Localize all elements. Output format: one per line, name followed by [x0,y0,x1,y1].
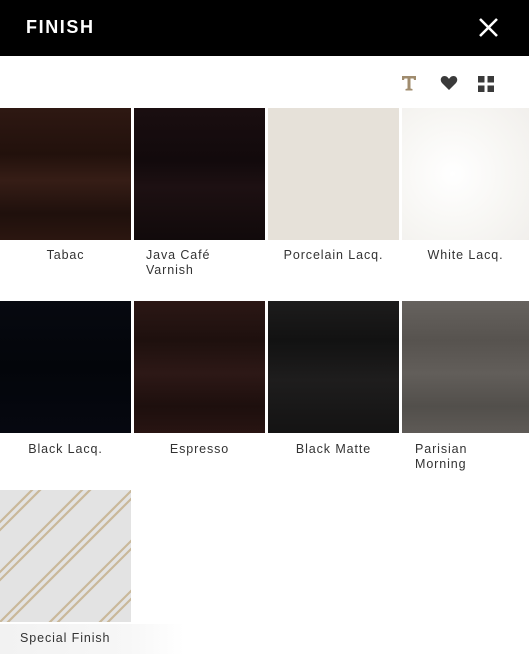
favorites-button[interactable] [440,75,458,96]
heart-icon [440,76,458,90]
close-button[interactable] [472,12,504,44]
finish-swatch-black-matte[interactable] [268,301,399,433]
header-bar: FINISH [0,0,529,56]
finish-swatch-white-lacq[interactable] [402,108,529,240]
finish-label-tabac: Tabac [46,248,85,262]
grid-view-button[interactable] [478,76,494,97]
finish-label-parisian-morning: Parisian Morning [415,442,468,471]
finish-label-white-lacq: White Lacq. [427,248,504,262]
stripe-pattern [0,490,131,622]
finish-swatch-parisian-morning[interactable] [402,301,529,433]
finish-swatch-java-cafe-varnish[interactable] [134,108,265,240]
close-icon [479,18,498,37]
finish-label-black-lacq: Black Lacq. [28,442,103,456]
finish-swatch-black-lacq[interactable] [0,301,131,433]
finish-label-java-cafe-varnish: Java Café Varnish [146,248,211,277]
text-view-button[interactable] [400,74,418,97]
finish-label-special-finish: Special Finish [20,631,111,645]
finish-label-black-matte: Black Matte [295,442,372,456]
page-title: FINISH [26,17,95,37]
finish-swatch-porcelain-lacq[interactable] [268,108,399,240]
grid-icon [478,76,494,92]
finish-swatch-espresso[interactable] [134,301,265,433]
finish-swatch-special-finish[interactable] [0,490,131,622]
finish-label-porcelain-lacq: Porcelain Lacq. [283,248,384,262]
finish-label-espresso: Espresso [169,442,230,456]
finish-swatch-tabac[interactable] [0,108,131,240]
text-icon [402,76,416,91]
